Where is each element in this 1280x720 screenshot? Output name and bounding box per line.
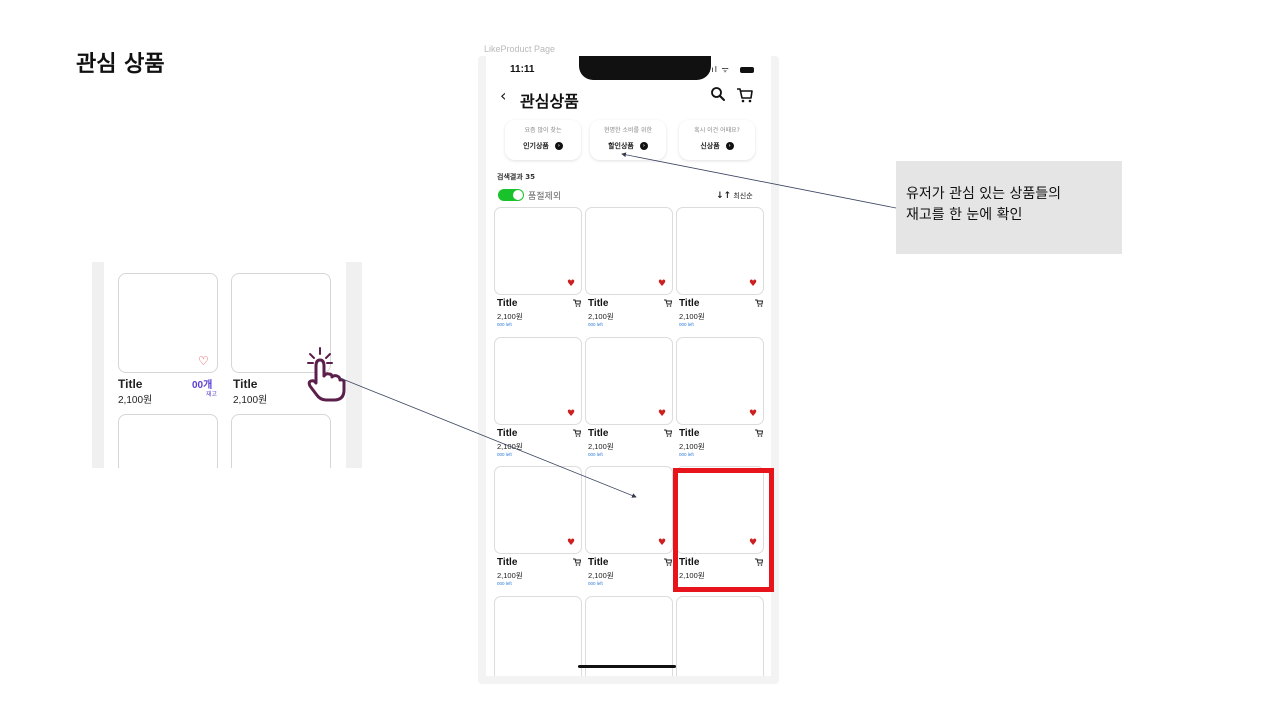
product-price: 2,100원 xyxy=(497,312,523,321)
stock-remaining: 000 left xyxy=(497,452,512,457)
stock-remaining: 000 left xyxy=(679,452,694,457)
add-to-cart-icon[interactable] xyxy=(573,299,582,309)
chip-label: 할인상품 › xyxy=(590,141,666,151)
chip-label: 인기상품 › xyxy=(505,141,581,151)
add-to-cart-icon[interactable] xyxy=(664,299,673,309)
product-name: Title xyxy=(497,428,518,439)
product-name: Title xyxy=(497,557,518,568)
zoom-product-name: Title xyxy=(118,377,143,391)
add-to-cart-icon[interactable] xyxy=(664,558,673,568)
product-name: Title xyxy=(679,298,700,309)
home-indicator xyxy=(578,665,676,668)
search-icon[interactable] xyxy=(710,86,726,106)
product-image[interactable] xyxy=(585,596,673,676)
signal-wifi-icon: .ıl ᯤ xyxy=(708,65,730,74)
heart-filled-icon[interactable]: ♥ xyxy=(658,539,666,548)
heart-filled-icon[interactable]: ♥ xyxy=(749,410,757,419)
stock-remaining: 000 left xyxy=(588,452,603,457)
toggle-knob xyxy=(513,190,523,200)
add-to-cart-icon[interactable] xyxy=(755,429,764,439)
callout-line: 유저가 관심 있는 상품들의 xyxy=(906,186,1062,202)
chip-discount[interactable]: 현명한 소비를 위한 할인상품 › xyxy=(590,120,666,160)
highlight-box xyxy=(673,468,774,592)
heart-filled-icon[interactable]: ♥ xyxy=(658,280,666,289)
stock-remaining: 000 left xyxy=(497,581,512,586)
heart-filled-icon[interactable]: ♥ xyxy=(567,410,575,419)
arrow-right-icon: › xyxy=(725,142,734,150)
sort-button[interactable]: ↓↑ 최신순 xyxy=(716,191,753,201)
chip-popular[interactable]: 요즘 많이 찾는 인기상품 › xyxy=(505,120,581,160)
annotation-callout: 유저가 관심 있는 상품들의 재고를 한 눈에 확인 xyxy=(896,161,1122,254)
zoom-product-price: 2,100원 xyxy=(233,395,268,406)
product-name: Title xyxy=(679,428,700,439)
battery-icon xyxy=(740,67,754,73)
chip-new[interactable]: 혹시 이건 어때요? 신상품 › xyxy=(679,120,755,160)
product-price: 2,100원 xyxy=(679,312,705,321)
heart-filled-icon[interactable]: ♥ xyxy=(567,280,575,289)
phone-notch xyxy=(579,56,711,80)
heart-outline-icon[interactable]: ♡ xyxy=(198,354,209,368)
heart-filled-icon[interactable]: ♥ xyxy=(749,280,757,289)
nav-title: 관심상품 xyxy=(520,92,579,111)
hand-pointer-icon xyxy=(307,347,346,402)
zoom-product-name: Title xyxy=(233,377,258,391)
page-title: 관심 상품 xyxy=(76,51,165,77)
frame-label: LikeProduct Page xyxy=(484,44,556,54)
product-name: Title xyxy=(588,557,609,568)
product-price: 2,100원 xyxy=(679,442,705,451)
soldout-toggle[interactable] xyxy=(498,189,524,201)
result-count: 검색결과 35 xyxy=(497,173,535,181)
product-name: Title xyxy=(497,298,518,309)
product-price: 2,100원 xyxy=(497,571,523,580)
add-to-cart-icon[interactable] xyxy=(573,558,582,568)
zoom-product-image[interactable] xyxy=(118,414,218,468)
back-chevron-icon[interactable]: ‹ xyxy=(500,86,506,105)
sort-icon: ↓↑ xyxy=(716,191,732,201)
arrow-right-icon: › xyxy=(639,142,648,150)
zoom-product-image[interactable] xyxy=(231,414,331,468)
chip-label: 신상품 › xyxy=(679,141,755,151)
product-name: Title xyxy=(588,428,609,439)
callout-line: 재고를 한 눈에 확인 xyxy=(906,207,1023,223)
stock-label: 재고 xyxy=(206,392,218,398)
stock-remaining: 000 left xyxy=(679,322,694,327)
status-time: 11:11 xyxy=(510,64,535,75)
product-image[interactable] xyxy=(494,596,582,676)
product-name: Title xyxy=(588,298,609,309)
product-price: 2,100원 xyxy=(497,442,523,451)
chip-subtitle: 요즘 많이 찾는 xyxy=(524,127,562,134)
product-price: 2,100원 xyxy=(588,442,614,451)
heart-filled-icon[interactable]: ♥ xyxy=(658,410,666,419)
product-price: 2,100원 xyxy=(588,312,614,321)
chip-subtitle: 혹시 이건 어때요? xyxy=(694,127,740,134)
toggle-label: 품절제외 xyxy=(528,192,562,202)
stock-remaining: 000 left xyxy=(497,322,512,327)
add-to-cart-icon[interactable] xyxy=(664,429,673,439)
add-to-cart-icon[interactable] xyxy=(573,429,582,439)
zoom-product-price: 2,100원 xyxy=(118,395,153,406)
add-to-cart-icon[interactable] xyxy=(755,299,764,309)
cart-icon[interactable] xyxy=(736,86,754,108)
product-image[interactable] xyxy=(676,596,764,676)
chip-subtitle: 현명한 소비를 위한 xyxy=(604,127,652,134)
stock-remaining: 000 left xyxy=(588,322,603,327)
heart-filled-icon[interactable]: ♥ xyxy=(567,539,575,548)
sort-label: 최신순 xyxy=(733,192,753,200)
slide: 관심 상품 ♡ Title 2,100원 00개 재고 Title 2,100원… xyxy=(0,0,1280,720)
arrow-right-icon: › xyxy=(554,142,563,150)
stock-remaining: 000 left xyxy=(588,581,603,586)
product-price: 2,100원 xyxy=(588,571,614,580)
